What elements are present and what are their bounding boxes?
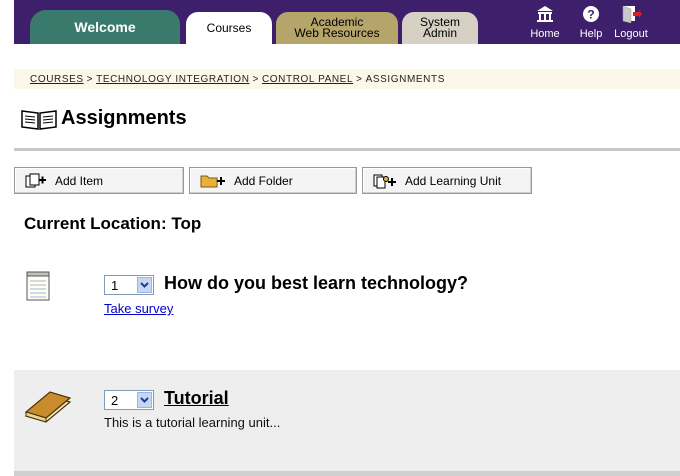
breadcrumb-separator: >	[356, 74, 363, 85]
add-item-button[interactable]: Add Item	[14, 167, 184, 194]
logout-label: Logout	[614, 28, 648, 40]
breadcrumb-separator: >	[86, 74, 94, 85]
tab-courses[interactable]: Courses	[186, 12, 272, 44]
item-order-select[interactable]: 2	[104, 390, 154, 410]
tab-academic-web-resources[interactable]: Academic Web Resources	[276, 12, 398, 44]
take-survey-link[interactable]: Take survey	[104, 301, 173, 316]
tab-system-admin[interactable]: System Admin	[402, 12, 478, 44]
item-order-value: 1	[111, 277, 119, 293]
breadcrumb-control-panel[interactable]: CONTROL PANEL	[262, 74, 353, 85]
item-order-value: 2	[111, 392, 119, 408]
item-divider	[14, 471, 680, 476]
breadcrumb-technology-integration[interactable]: TECHNOLOGY INTEGRATION	[96, 74, 249, 85]
open-book-icon	[21, 109, 57, 130]
chevron-down-icon	[137, 392, 152, 408]
add-folder-label: Add Folder	[234, 173, 293, 188]
add-folder-button[interactable]: Add Folder	[189, 167, 357, 194]
book-icon	[24, 391, 72, 423]
add-learning-unit-button[interactable]: Add Learning Unit	[362, 167, 532, 194]
tab-welcome[interactable]: Welcome	[30, 10, 180, 44]
top-navigation-bar: Welcome Courses Academic Web Resources S…	[0, 0, 680, 44]
logout-door-icon	[622, 5, 642, 24]
chevron-down-icon	[137, 277, 152, 293]
home-button[interactable]: Home	[526, 2, 564, 40]
survey-notepad-icon	[26, 271, 50, 301]
add-learning-unit-icon	[373, 174, 396, 188]
home-icon	[537, 6, 553, 22]
help-button[interactable]: ? Help	[572, 2, 610, 40]
item-title: How do you best learn technology?	[164, 273, 469, 293]
content-item-survey: 1 How do you best learn technology? Take…	[14, 240, 680, 370]
tutorial-link[interactable]: Tutorial	[164, 388, 229, 409]
tab-system-label-line2: Admin	[422, 26, 457, 40]
svg-text:?: ?	[587, 8, 594, 22]
breadcrumb-current: ASSIGNMENTS	[365, 74, 445, 85]
breadcrumb: COURSES > TECHNOLOGY INTEGRATION > CONTROL P…	[30, 74, 445, 85]
item-description: This is a tutorial learning unit...	[104, 415, 281, 430]
add-learning-unit-label: Add Learning Unit	[405, 173, 502, 188]
help-icon: ?	[583, 6, 599, 22]
page-title: Assignments	[61, 107, 187, 129]
item-order-select[interactable]: 1	[104, 275, 154, 295]
current-location: Current Location: Top	[24, 214, 202, 233]
page-header: Assignments	[20, 107, 187, 130]
logout-button[interactable]: Logout	[612, 2, 650, 40]
content-item-tutorial: 2 Tutorial This is a tutorial learning u…	[14, 370, 680, 476]
tab-academic-label-line2: Web Resources	[294, 26, 380, 40]
header-divider	[14, 148, 680, 151]
breadcrumb-separator: >	[252, 74, 259, 85]
add-item-icon	[25, 173, 46, 187]
add-item-label: Add Item	[55, 173, 104, 188]
tab-courses-label: Courses	[206, 21, 252, 35]
breadcrumb-courses[interactable]: COURSES	[30, 74, 84, 85]
tab-welcome-label: Welcome	[74, 19, 136, 35]
home-label: Home	[530, 28, 560, 40]
add-folder-icon	[200, 175, 225, 187]
